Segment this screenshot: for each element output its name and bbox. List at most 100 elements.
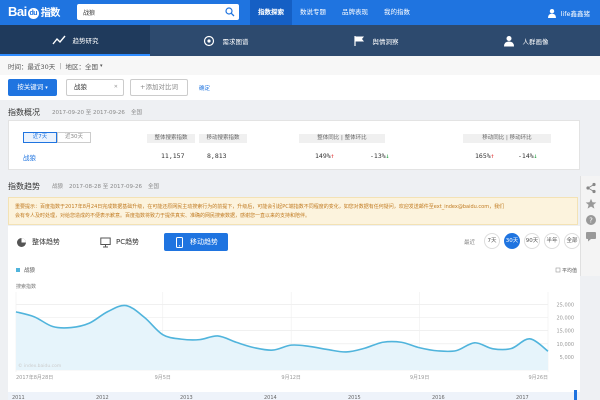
overall-yoy-value: 149%↑ [315,152,335,160]
user-menu[interactable]: life鑫鑫猪 [547,0,590,25]
keyword-mode-label: 按关键词 [17,83,44,91]
range-button-4[interactable]: 全部 [564,233,580,249]
timeline-year-label: 2016 [432,395,445,400]
keyword-chip[interactable]: 战狼 ✕ [66,79,124,96]
range-button-2[interactable]: 90天 [524,233,540,249]
timeline-year-label: 2013 [180,395,193,400]
close-icon[interactable]: ✕ [114,80,118,95]
mobile-mom-value: -14%↓ [518,152,538,160]
overall-mom-value: -13%↓ [370,152,390,160]
top-navigation-bar: Baidu指数 指数探索数说专题品牌表现我的指数 life鑫鑫猪 [0,0,600,25]
y-tick-label: 20,000 [557,316,575,322]
trend-chart-icon [51,34,73,46]
nav-item-3[interactable]: 我的指数 [376,0,418,25]
x-tick-label: 9月12日 [281,375,301,381]
tab-label: 人群画像 [522,37,549,46]
nav-item-0[interactable]: 指数探索 [250,0,292,25]
trend-region: 全国 [147,184,159,190]
average-checkbox [555,267,561,273]
trend-tab-label: 移动趋势 [190,238,218,246]
tab-user-profile[interactable]: 人群画像 [450,25,600,56]
overall-index-value: 11,157 [161,152,185,160]
demand-graph-icon [202,35,223,47]
keyword-mode-button[interactable]: 按关键词 ▾ [8,79,57,96]
y-tick-label: 15,000 [557,329,575,335]
average-toggle-label: 平均值 [562,267,577,274]
mobile-phone-icon [174,236,190,248]
trend-tab-2[interactable]: 移动趋势 [164,233,228,251]
trend-header: 指数趋势 战狼 2017-08-28 至 2017-09-26 全国 [0,178,600,194]
trend-tab-0[interactable]: 整体趋势 [16,233,60,251]
trend-tab-1[interactable]: PC趋势 [100,233,139,251]
time-filter[interactable]: 时间：最近30天 [8,61,55,71]
range-button-3[interactable]: 半年 [544,233,560,249]
main-nav: 指数探索 数说专题 品牌表现 我的指数 [250,0,418,25]
help-icon[interactable]: ? [585,214,597,226]
filter-separator: | [59,61,62,70]
search-icon[interactable] [225,7,235,17]
range-label: 最近 [464,240,476,246]
baidu-index-logo[interactable]: Bai du 指数 [8,4,60,19]
chevron-down-icon[interactable]: ▾ [100,63,103,69]
overview-keyword-link[interactable]: 战狼 [23,152,36,162]
chart-watermark: © index.baidu.com [18,362,61,369]
trend-chart: 战狼 平均值 搜索指数 5,000 10,000 15,000 20,000 25,000 20… [8,258,580,400]
trend-keyword: 战狼 [52,184,64,190]
region-filter[interactable]: 地区：全国 [65,61,98,71]
x-tick-label: 2017年8月28日 [16,374,53,381]
search-input[interactable] [83,6,218,18]
overview-date-range: 2017-09-20 至 2017-09-26 [52,110,125,116]
overview-tab-0[interactable]: 近7天 [23,132,57,143]
mobile-mom-text: -14% [518,152,534,160]
header-overall-index: 整体搜索指数 [147,134,195,143]
header-mobile-mom: 移动环比 [509,135,532,141]
important-notice: 重要提示：百度指数于2017年8月24日完成数据基础升级，在可能还原网民主动搜索… [8,197,578,225]
header-mobile-index: 移动搜索指数 [199,134,247,143]
trend-chart-svg: 战狼 平均值搜索指数 5,000 10,000 15,000 20,000 25,000 20… [8,266,580,400]
range-button-0[interactable]: 7天 [484,233,500,249]
trend-date-range: 2017-08-28 至 2017-09-26 [69,184,142,190]
legend-label: 战狼 [24,266,36,274]
search-box [77,4,239,20]
add-compare-button[interactable]: +添加对比词 [130,79,188,96]
tab-label: 需求图谱 [222,37,249,46]
mobile-index-value: 8,813 [207,152,227,160]
keyword-chip-label: 战狼 [74,83,87,91]
user-name: life鑫鑫猪 [560,9,590,18]
overview-panel: 近7天 近30天 整体搜索指数 移动搜索指数 整体同比 | 整体环比 移动同比 |… [8,120,580,170]
user-avatar-icon [547,8,556,18]
header-overall-mom: 整体环比 [344,135,367,141]
series-area-fill [16,305,548,370]
trend-tab-label: PC趋势 [116,238,140,246]
timeline-year-label: 2011 [12,395,25,400]
range-button-1[interactable]: 30天 [504,233,520,249]
feedback-icon[interactable] [585,230,597,242]
keyword-bar: 按关键词 ▾ 战狼 ✕ +添加对比词 确定 [0,75,600,100]
arrow-up-icon: ↑ [490,152,495,160]
mobile-yoy-value: 165%↑ [475,152,495,160]
share-icon[interactable] [585,182,597,194]
tab-label: 趋势研究 [72,36,99,45]
y-tick-label: 5,000 [560,355,574,361]
nav-item-2[interactable]: 品牌表现 [334,0,376,25]
overview-region: 全国 [130,110,142,116]
timeline-year-label: 2015 [348,395,361,400]
nav-item-1[interactable]: 数说专题 [292,0,334,25]
overall-mom-text: -13% [370,152,386,160]
tab-trend-chart[interactable]: 趋势研究 [0,25,150,56]
x-tick-label: 9月5日 [155,375,171,381]
tab-demand-graph[interactable]: 需求图谱 [150,25,300,56]
star-icon[interactable] [585,198,597,210]
arrow-down-icon: ↓ [385,152,390,160]
timeline-year-label: 2014 [264,395,277,400]
overview-title: 指数概况 [8,107,40,117]
confirm-link[interactable]: 确定 [199,84,210,92]
overall-yoy-text: 149% [315,152,331,160]
timeline-strip [8,392,580,400]
tab-sentiment-flag[interactable]: 舆情洞察 [300,25,450,56]
trend-tab-label: 整体趋势 [32,238,60,246]
chevron-down-icon: ▾ [45,85,48,91]
overview-tab-1[interactable]: 近30天 [57,132,91,143]
timeline-year-label: 2017 [516,395,529,400]
arrow-up-icon: ↑ [330,152,335,160]
